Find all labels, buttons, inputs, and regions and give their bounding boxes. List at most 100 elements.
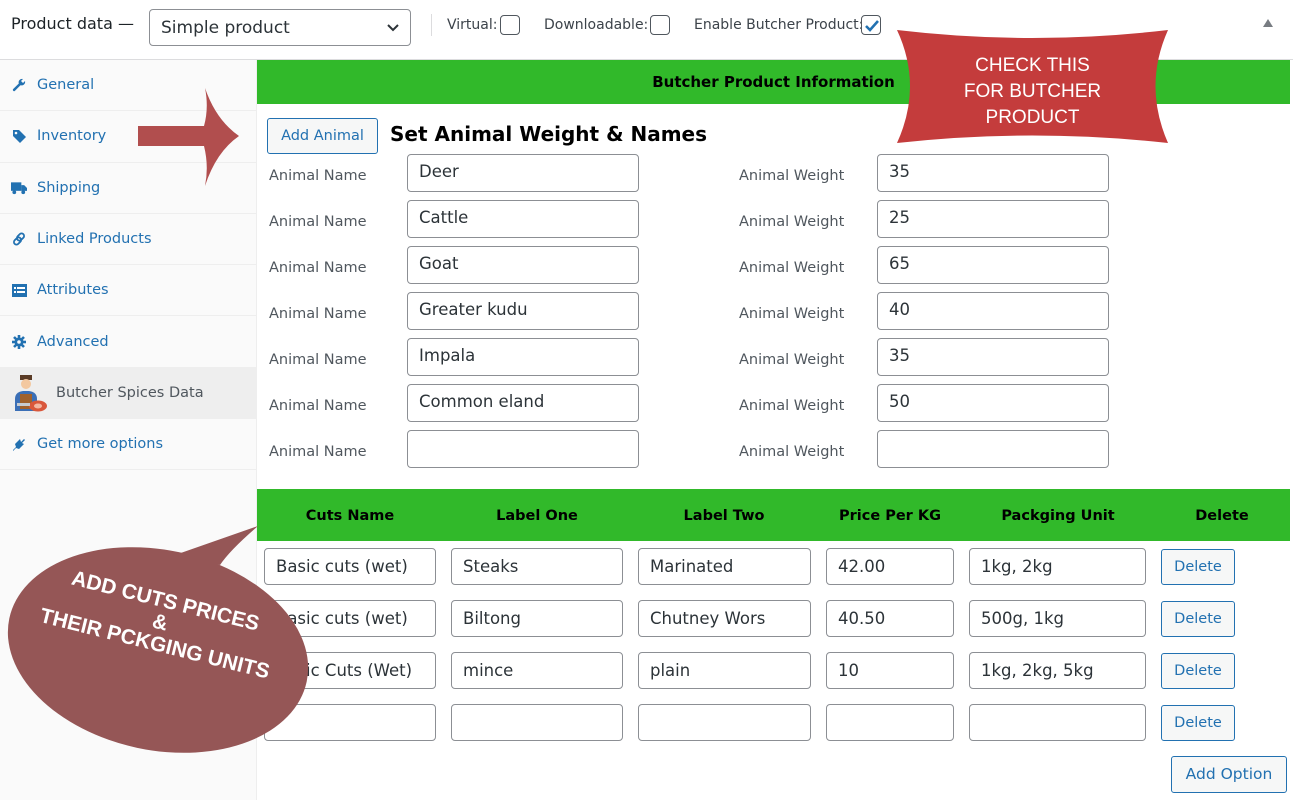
price-per-kg-input[interactable]: 10 <box>826 652 954 689</box>
tab-butcher-spices-data[interactable]: Butcher Spices Data <box>0 367 256 420</box>
enable-butcher-checkbox[interactable] <box>861 15 881 35</box>
animal-weight-label: Animal Weight <box>739 260 845 276</box>
animal-name-label: Animal Name <box>269 168 367 184</box>
col-delete: Delete <box>1195 508 1249 524</box>
label-one-input[interactable]: mince <box>451 652 623 689</box>
animal-weight-label: Animal Weight <box>739 168 845 184</box>
animal-weight-input[interactable]: 50 <box>877 384 1109 422</box>
animal-weight-input[interactable]: 65 <box>877 246 1109 284</box>
wrench-icon <box>11 77 27 93</box>
tab-label: Inventory <box>37 128 107 145</box>
cut-name-input[interactable] <box>264 704 436 741</box>
add-animal-button[interactable]: Add Animal <box>267 118 378 154</box>
product-data-header: Product data — Simple product Virtual: D… <box>0 0 1293 60</box>
add-option-button[interactable]: Add Option <box>1171 756 1287 793</box>
label-two-input[interactable]: plain <box>638 652 811 689</box>
tab-label: Shipping <box>37 179 101 196</box>
col-packaging-unit: Packging Unit <box>1001 508 1115 524</box>
price-per-kg-input[interactable]: 42.00 <box>826 548 954 585</box>
virtual-checkbox[interactable] <box>500 15 520 35</box>
animal-weight-label: Animal Weight <box>739 214 845 230</box>
animal-name-label: Animal Name <box>269 352 367 368</box>
delete-row-button[interactable]: Delete <box>1161 549 1235 585</box>
divider <box>431 14 432 36</box>
product-data-tabs: General Inventory Shipping Linked Produc… <box>0 60 257 800</box>
cuts-table-header: Cuts Name Label One Label Two Price Per … <box>257 489 1290 541</box>
animal-name-input[interactable]: Deer <box>407 154 639 192</box>
animal-name-label: Animal Name <box>269 214 367 230</box>
animal-weight-input[interactable]: 40 <box>877 292 1109 330</box>
label-two-input[interactable]: Marinated <box>638 548 811 585</box>
cut-name-input[interactable]: Basic Cuts (Wet) <box>264 652 436 689</box>
packaging-unit-input[interactable]: 1kg, 2kg, 5kg <box>969 652 1146 689</box>
product-type-value: Simple product <box>161 18 290 38</box>
tab-label: Linked Products <box>37 231 152 248</box>
label-one-input[interactable]: Biltong <box>451 600 623 637</box>
animal-name-input[interactable]: Common eland <box>407 384 639 422</box>
col-cuts-name: Cuts Name <box>305 508 395 524</box>
butcher-icon <box>11 373 47 413</box>
animal-name-label: Animal Name <box>269 306 367 322</box>
animal-weight-input[interactable]: 35 <box>877 154 1109 192</box>
cut-name-input[interactable]: Basic cuts (wet) <box>264 600 436 637</box>
checkmark-icon <box>865 20 879 32</box>
enable-butcher-label: Enable Butcher Product: <box>694 17 864 33</box>
tab-inventory[interactable]: Inventory <box>0 111 256 163</box>
collapse-toggle-icon[interactable] <box>1263 19 1273 27</box>
list-icon <box>11 282 27 298</box>
price-per-kg-input[interactable] <box>826 704 954 741</box>
tab-linked-products[interactable]: Linked Products <box>0 214 256 266</box>
downloadable-label: Downloadable: <box>544 17 649 33</box>
animal-name-label: Animal Name <box>269 398 367 414</box>
animal-weight-input[interactable]: 35 <box>877 338 1109 376</box>
col-label-two: Label Two <box>683 508 765 524</box>
tab-label: General <box>37 77 95 94</box>
product-data-title: Product data — <box>11 14 134 33</box>
gear-icon <box>11 334 27 350</box>
product-type-select[interactable]: Simple product <box>149 9 411 46</box>
downloadable-checkbox[interactable] <box>650 15 670 35</box>
animal-name-input[interactable]: Goat <box>407 246 639 284</box>
label-one-input[interactable]: Steaks <box>451 548 623 585</box>
label-two-input[interactable] <box>638 704 811 741</box>
animal-name-input[interactable]: Greater kudu <box>407 292 639 330</box>
cut-name-input[interactable]: Basic cuts (wet) <box>264 548 436 585</box>
plug-icon <box>11 436 27 452</box>
tab-shipping[interactable]: Shipping <box>0 163 256 214</box>
delete-row-button[interactable]: Delete <box>1161 653 1235 689</box>
packaging-unit-input[interactable]: 500g, 1kg <box>969 600 1146 637</box>
tab-label: Get more options <box>37 436 164 453</box>
truck-icon <box>11 180 27 196</box>
tab-get-more-options[interactable]: Get more options <box>0 419 256 471</box>
tag-icon <box>11 128 27 144</box>
tab-advanced[interactable]: Advanced <box>0 316 256 368</box>
tab-label: Butcher Spices Data <box>56 384 204 401</box>
col-label-one: Label One <box>496 508 578 524</box>
animal-weight-label: Animal Weight <box>739 444 845 460</box>
label-one-input[interactable] <box>451 704 623 741</box>
packaging-unit-input[interactable] <box>969 704 1146 741</box>
animal-name-input[interactable] <box>407 430 639 468</box>
delete-row-button[interactable]: Delete <box>1161 601 1235 637</box>
tab-general[interactable]: General <box>0 60 256 112</box>
animals-section-title: Set Animal Weight & Names <box>390 122 708 146</box>
virtual-label: Virtual: <box>447 17 498 33</box>
animal-name-input[interactable]: Cattle <box>407 200 639 238</box>
tab-label: Advanced <box>37 333 109 350</box>
price-per-kg-input[interactable]: 40.50 <box>826 600 954 637</box>
butcher-panel: Butcher Product Information Add Animal S… <box>257 60 1290 800</box>
col-price-per-kg: Price Per KG <box>838 508 942 524</box>
label-two-input[interactable]: Chutney Wors <box>638 600 811 637</box>
butcher-info-header: Butcher Product Information <box>257 60 1290 104</box>
tab-label: Attributes <box>37 282 109 299</box>
chevron-down-icon <box>387 24 399 32</box>
tab-attributes[interactable]: Attributes <box>0 265 256 317</box>
animal-name-input[interactable]: Impala <box>407 338 639 376</box>
packaging-unit-input[interactable]: 1kg, 2kg <box>969 548 1146 585</box>
animal-weight-label: Animal Weight <box>739 398 845 414</box>
delete-row-button[interactable]: Delete <box>1161 705 1235 741</box>
animal-weight-input[interactable] <box>877 430 1109 468</box>
animal-name-label: Animal Name <box>269 260 367 276</box>
link-icon <box>11 231 27 247</box>
animal-weight-input[interactable]: 25 <box>877 200 1109 238</box>
